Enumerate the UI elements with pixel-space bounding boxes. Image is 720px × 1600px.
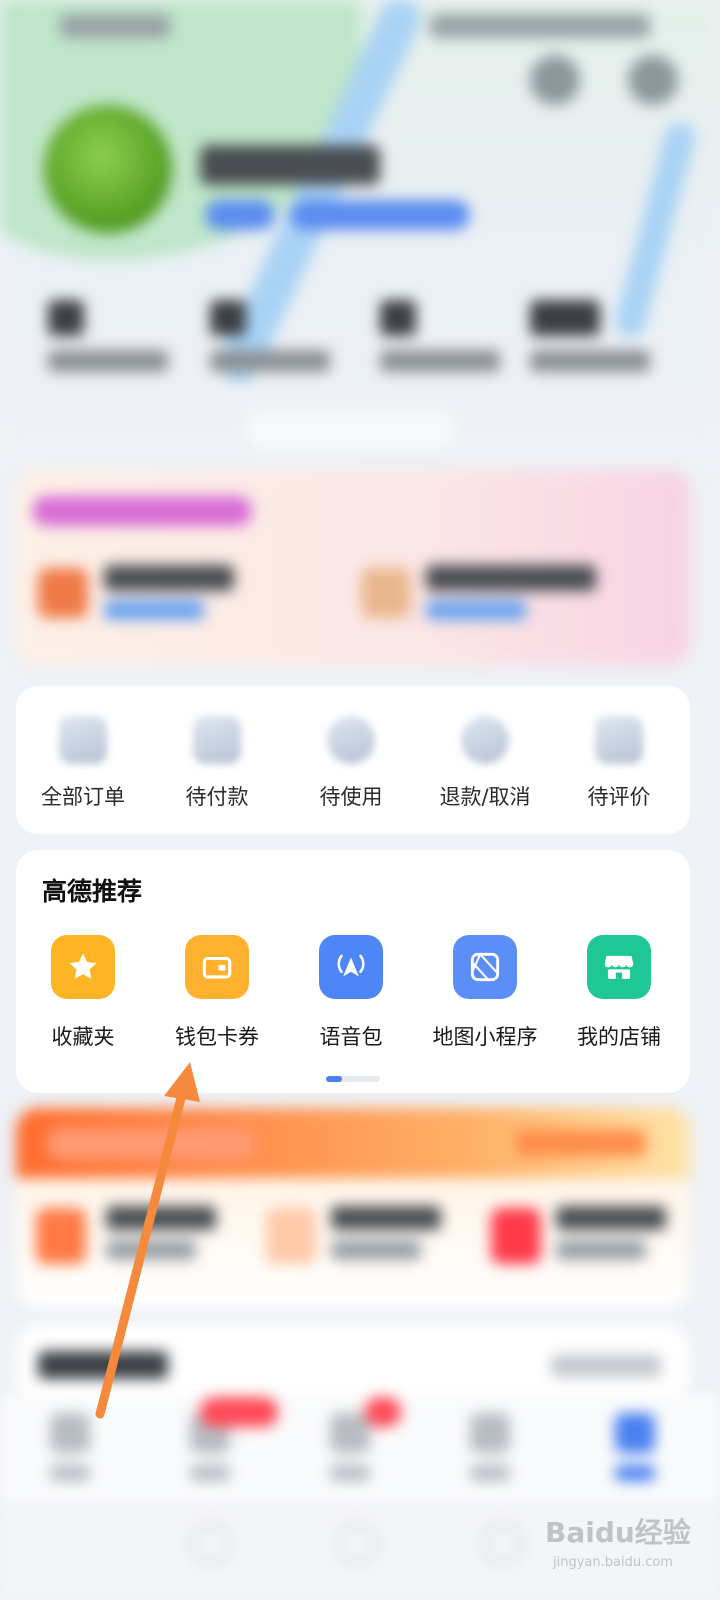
watermark-text: Baidu经验 [545,1516,691,1549]
member-badge[interactable] [290,200,470,230]
entry-label: 地图小程序 [432,1025,538,1049]
home-icon[interactable] [336,1523,378,1565]
order-label: 待使用 [319,785,383,809]
settings-icon[interactable] [628,55,678,105]
page-indicator-active [326,1076,342,1082]
all-orders-icon [59,716,107,764]
order-refund[interactable]: 退款/取消 [418,686,552,834]
promo-icon [361,568,411,618]
favorites-entry[interactable]: 收藏夹 [16,935,150,1055]
username [200,145,380,185]
order-pending-payment[interactable]: 待付款 [150,686,284,834]
refund-icon [461,716,509,764]
status-bar-left [60,14,170,38]
stat-item[interactable] [380,300,500,372]
clock-icon [327,716,375,764]
entry-label: 钱包卡券 [175,1025,259,1049]
deals-more-link[interactable] [516,1130,646,1156]
stat-item[interactable] [48,300,168,372]
section-title: 高德推荐 [42,877,143,906]
star-icon [51,935,115,999]
back-icon[interactable] [190,1523,232,1565]
tab-badge [365,1397,401,1427]
recommend-card: 高德推荐 收藏夹 钱包卡券 语音包 地图小程序 我的店铺 [16,850,690,1093]
promo-icon [38,568,88,618]
profile-icon [615,1413,655,1453]
wallet-pay-icon [193,716,241,764]
deals-badge [46,1128,256,1160]
promo-card[interactable] [16,470,690,665]
tab-home[interactable] [20,1413,120,1481]
order-label: 待评价 [587,785,651,809]
deals-card[interactable] [16,1108,690,1308]
level-badge[interactable] [205,200,275,230]
entry-label: 语音包 [319,1025,383,1049]
voice-pack-entry[interactable]: 语音包 [284,935,418,1055]
page-indicator [326,1076,380,1082]
car-icon [470,1413,510,1453]
comment-icon [595,716,643,764]
message-icon [330,1413,370,1453]
order-label: 退款/取消 [439,785,531,809]
order-label: 待付款 [185,785,249,809]
orders-card: 全部订单 待付款 待使用 退款/取消 待评价 [16,686,690,834]
order-pending-use[interactable]: 待使用 [284,686,418,834]
bottom-tab-bar [0,1395,720,1505]
order-label: 全部订单 [41,785,125,809]
entry-label: 收藏夹 [51,1025,115,1049]
status-bar-right [430,14,650,38]
tab-badge [200,1397,278,1427]
navigation-voice-icon [319,935,383,999]
watermark-subtext: jingyan.baidu.com [552,1555,673,1570]
order-pending-review[interactable]: 待评价 [552,686,686,834]
watermark-logo: Baidu经验 jingyan.baidu.com [545,1516,691,1570]
wallet-coupons-entry[interactable]: 钱包卡券 [150,935,284,1055]
promo-badge [32,496,252,526]
profile-header [0,0,720,470]
avatar[interactable] [44,105,172,233]
shop-icon [587,935,651,999]
recent-apps-icon[interactable] [482,1523,524,1565]
tab-taxi[interactable] [440,1413,540,1481]
more-data-button[interactable] [245,410,455,450]
home-icon [50,1413,90,1453]
my-shop-entry[interactable]: 我的店铺 [552,935,686,1055]
order-all[interactable]: 全部订单 [16,686,150,834]
wallet-icon [185,935,249,999]
tab-mine[interactable] [585,1413,685,1481]
stat-item[interactable] [530,300,650,372]
section-card [16,1325,690,1405]
message-icon[interactable] [530,55,580,105]
mini-program-icon [453,935,517,999]
map-mini-program-entry[interactable]: 地图小程序 [418,935,552,1055]
entry-label: 我的店铺 [577,1025,661,1049]
stat-item[interactable] [210,300,330,372]
